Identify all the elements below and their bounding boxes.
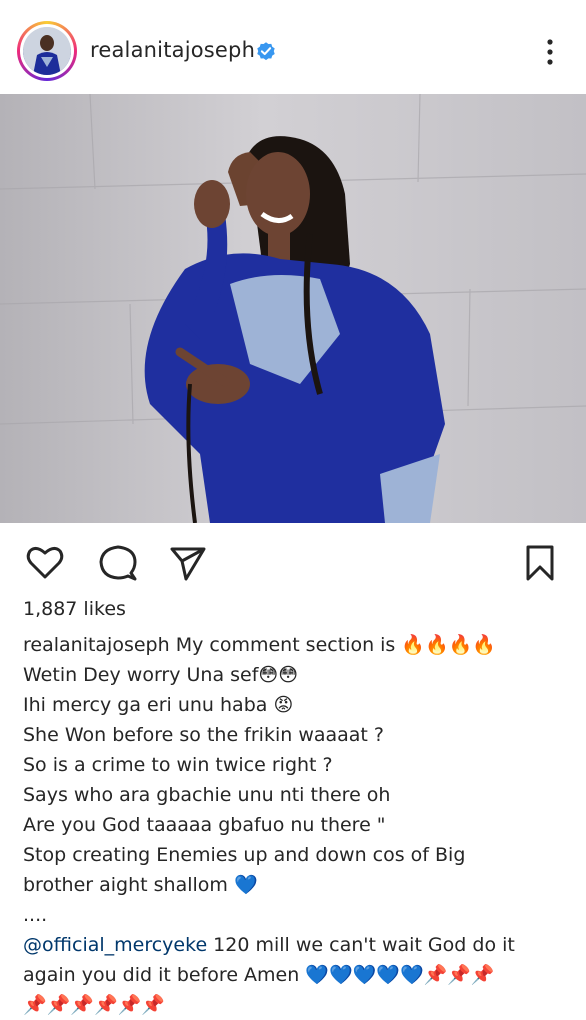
caption-line: realanitajoseph My comment section is 🔥🔥… bbox=[23, 634, 496, 656]
like-count[interactable]: 1,887 likes bbox=[23, 598, 126, 620]
caption-line: brother aight shallom 💙 bbox=[23, 874, 258, 896]
verified-badge-icon bbox=[257, 42, 275, 61]
caption-line: again you did it before Amen 💙💙💙💙💙📌📌📌 bbox=[23, 964, 495, 986]
post-photo[interactable] bbox=[0, 94, 586, 523]
avatar-image bbox=[23, 27, 71, 75]
caption-line: She Won before so the frikin waaaat ? bbox=[23, 724, 385, 746]
caption-line: Stop creating Enemies up and down cos of… bbox=[23, 844, 466, 866]
caption-line: Are you God taaaaa gbafuo nu there " bbox=[23, 814, 386, 836]
heart-icon[interactable] bbox=[25, 543, 65, 583]
bookmark-icon[interactable] bbox=[520, 543, 560, 583]
caption-line: @official_mercyeke 120 mill we can't wai… bbox=[23, 934, 515, 956]
caption-line: Ihi mercy ga eri unu haba 😡 bbox=[23, 694, 294, 716]
post-caption: realanitajoseph My comment section is 🔥🔥… bbox=[23, 630, 568, 1020]
caption-line: So is a crime to win twice right ? bbox=[23, 754, 333, 776]
post-actions bbox=[0, 523, 586, 603]
caption-line: 📌📌📌📌📌📌 bbox=[23, 994, 165, 1016]
comment-icon[interactable] bbox=[98, 543, 138, 583]
caption-line: .... bbox=[23, 904, 48, 926]
mention-link[interactable]: @official_mercyeke bbox=[23, 934, 207, 956]
post-username[interactable]: realanitajoseph bbox=[90, 38, 255, 62]
post-header: realanitajoseph bbox=[0, 0, 586, 94]
send-icon[interactable] bbox=[168, 543, 208, 583]
more-options-icon[interactable] bbox=[538, 38, 562, 66]
caption-line: Says who ara gbachie unu nti there oh bbox=[23, 784, 391, 806]
caption-line: Wetin Dey worry Una sef😳😳 bbox=[23, 664, 299, 686]
post-photo-illustration bbox=[0, 94, 586, 523]
avatar[interactable] bbox=[17, 21, 77, 81]
caption-username[interactable]: realanitajoseph bbox=[23, 634, 170, 656]
